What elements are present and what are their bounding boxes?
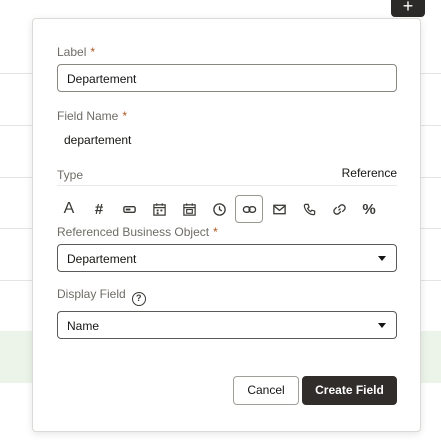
- display-field-select[interactable]: Name: [57, 311, 397, 339]
- add-button[interactable]: +: [391, 0, 425, 17]
- boolean-type-icon[interactable]: [115, 195, 143, 223]
- required-mark: *: [213, 225, 218, 239]
- field-name-label: Field Name *: [57, 109, 128, 123]
- required-mark: *: [90, 45, 96, 59]
- type-value: Reference: [341, 166, 397, 180]
- cancel-button[interactable]: Cancel: [233, 376, 299, 405]
- type-icon-bar: A # %: [55, 195, 385, 223]
- display-field-value: Name: [67, 319, 100, 333]
- referenced-object-select[interactable]: Departement: [57, 244, 397, 272]
- help-icon[interactable]: ?: [131, 292, 146, 306]
- date-type-icon[interactable]: [145, 195, 173, 223]
- reference-type-icon[interactable]: [235, 195, 263, 223]
- type-label: Type: [57, 168, 84, 182]
- type-divider: [57, 185, 397, 186]
- number-type-icon[interactable]: #: [85, 195, 113, 223]
- phone-type-icon[interactable]: [295, 195, 323, 223]
- type-row: Type Reference: [57, 166, 397, 182]
- label-field-label: Label *: [57, 45, 96, 59]
- required-mark: *: [122, 109, 128, 123]
- datetime-type-icon[interactable]: [175, 195, 203, 223]
- url-type-icon[interactable]: [325, 195, 353, 223]
- create-field-button[interactable]: Create Field: [302, 376, 397, 405]
- text-type-icon[interactable]: A: [55, 195, 83, 223]
- label-input[interactable]: Departement: [57, 64, 397, 92]
- caret-down-icon: [378, 323, 386, 328]
- field-name-value: departement: [64, 133, 132, 147]
- percentage-type-icon[interactable]: %: [355, 195, 383, 223]
- plus-icon: +: [402, 0, 414, 16]
- referenced-object-label: Referenced Business Object *: [57, 225, 218, 239]
- time-type-icon[interactable]: [205, 195, 233, 223]
- display-field-label: Display Field?: [57, 287, 146, 306]
- create-field-popup: Label * Departement Field Name * departeme…: [32, 18, 421, 432]
- referenced-object-value: Departement: [67, 252, 137, 266]
- caret-down-icon: [378, 256, 386, 261]
- email-type-icon[interactable]: [265, 195, 293, 223]
